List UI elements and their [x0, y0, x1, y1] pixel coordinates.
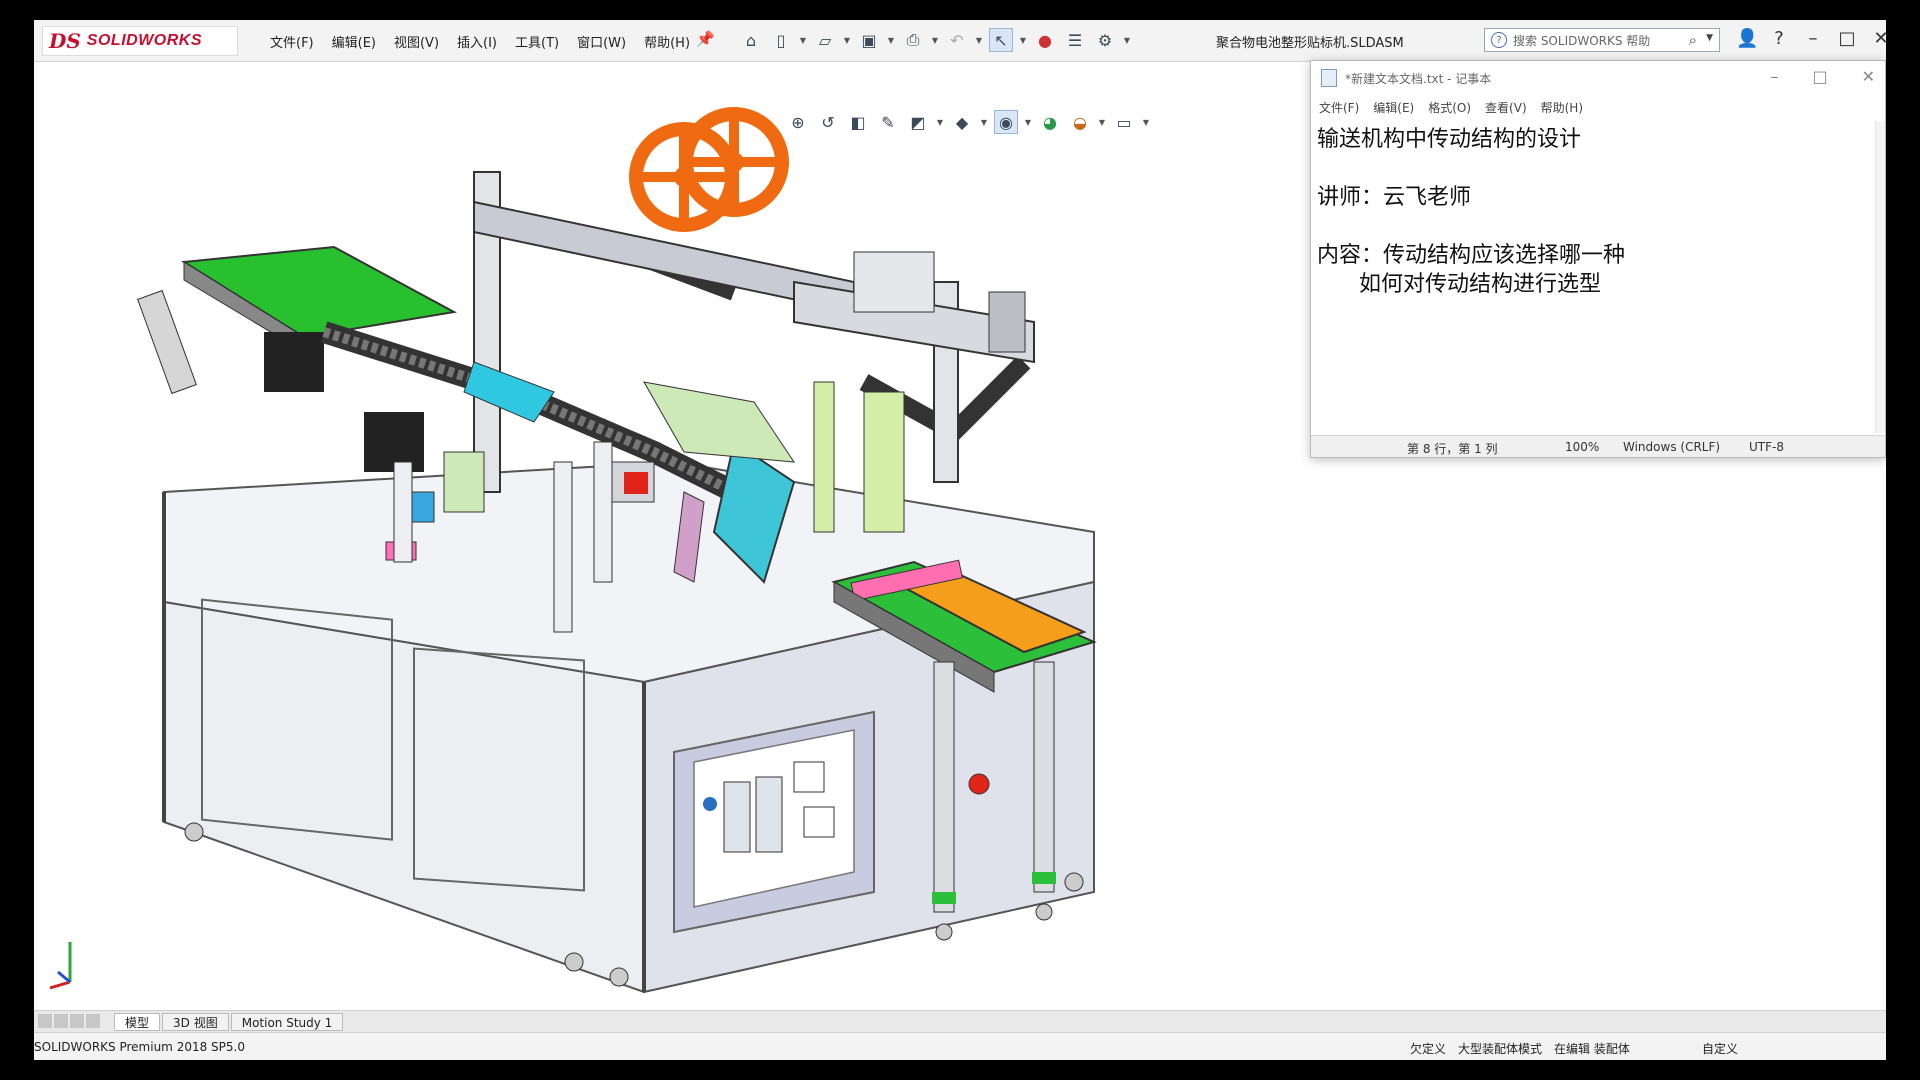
menu-view[interactable]: 视图(V) — [394, 32, 439, 51]
np-menu-view[interactable]: 查看(V) — [1485, 99, 1527, 116]
ds-logo-mark: DS — [49, 29, 81, 53]
document-title: 聚合物电池整形贴标机.SLDASM — [1216, 36, 1404, 51]
np-menu-format[interactable]: 格式(O) — [1428, 99, 1471, 116]
label-reels — [629, 107, 789, 232]
bottom-tabs: 模型 3D 视图 Motion Study 1 — [34, 1010, 1886, 1032]
select-icon[interactable]: ↖ — [989, 28, 1013, 52]
status-underdefined: 欠定义 — [1410, 1042, 1447, 1056]
window-controls: 👤 ? – □ ✕ — [1736, 28, 1886, 49]
chevron-down-icon[interactable]: ▼ — [931, 28, 939, 52]
undo-icon[interactable]: ↶ — [945, 28, 969, 52]
search-box[interactable]: ? 搜索 SOLIDWORKS 帮助 ⌕ ▼ — [1484, 28, 1720, 52]
menu-help[interactable]: 帮助(H) — [644, 32, 690, 51]
encoding: UTF-8 — [1749, 440, 1784, 454]
line-ending: Windows (CRLF) — [1623, 440, 1721, 454]
search-icon[interactable]: ⌕ — [1689, 31, 1697, 49]
save-icon[interactable]: ▣ — [857, 28, 881, 52]
help-icon[interactable]: ? — [1770, 28, 1788, 49]
np-menu-help[interactable]: 帮助(H) — [1541, 99, 1583, 116]
close-icon[interactable]: ✕ — [1872, 28, 1886, 49]
assembly-model[interactable] — [34, 62, 1310, 1010]
notepad-icon — [1321, 69, 1337, 87]
menu-tools[interactable]: 工具(T) — [515, 32, 559, 51]
standard-toolbar: ⌂ ▯ ▼ ▱ ▼ ▣ ▼ ⎙ ▼ ↶ ▼ ↖ ▼ ● ☰ ⚙ ▼ — [739, 28, 1131, 52]
chevron-down-icon[interactable]: ▼ — [843, 28, 851, 52]
notepad-title: *新建文本文档.txt - 记事本 — [1345, 71, 1492, 86]
status-units-custom[interactable]: 自定义 — [1702, 1040, 1738, 1057]
minimize-icon[interactable]: – — [1770, 67, 1778, 86]
notepad-scrollbar[interactable] — [1875, 121, 1885, 433]
notepad-window-controls: – □ ✕ — [1770, 67, 1875, 86]
menu-insert[interactable]: 插入(I) — [457, 32, 497, 51]
main-menu: 文件(F) 编辑(E) 视图(V) 插入(I) 工具(T) 窗口(W) 帮助(H… — [270, 32, 690, 51]
chevron-down-icon[interactable]: ▼ — [799, 28, 807, 52]
minimize-icon[interactable]: – — [1804, 28, 1822, 49]
user-icon[interactable]: 👤 — [1736, 28, 1758, 49]
search-placeholder: 搜索 SOLIDWORKS 帮助 — [1513, 33, 1651, 48]
status-editing-assembly: 在编辑 装配体 — [1554, 1042, 1630, 1056]
notepad-status-bar: 第 8 行，第 1 列 100% Windows (CRLF) UTF-8 — [1311, 435, 1885, 457]
tab-navigation[interactable] — [38, 1013, 108, 1030]
zoom-level: 100% — [1565, 440, 1600, 454]
tab-motion-study[interactable]: Motion Study 1 — [230, 1012, 344, 1031]
menu-edit[interactable]: 编辑(E) — [332, 32, 376, 51]
logo-name: SOLIDWORKS — [86, 32, 203, 49]
solidworks-logo[interactable]: DS SOLIDWORKS — [42, 26, 238, 56]
chevron-down-icon[interactable]: ▼ — [1123, 28, 1131, 52]
chevron-down-icon[interactable]: ▼ — [1706, 33, 1713, 43]
home-icon[interactable]: ⌂ — [739, 28, 763, 52]
tab-model[interactable]: 模型 — [114, 1012, 161, 1031]
maximize-icon[interactable]: □ — [1838, 28, 1856, 49]
menu-window[interactable]: 窗口(W) — [577, 32, 626, 51]
coordinate-triad — [49, 942, 72, 990]
solidworks-window: DS SOLIDWORKS 文件(F) 编辑(E) 视图(V) 插入(I) 工具… — [34, 20, 1886, 1060]
status-large-assembly-mode[interactable]: 大型装配体模式 — [1458, 1040, 1542, 1057]
status-bar: SOLIDWORKS Premium 2018 SP5.0 欠定义 大型装配体模… — [34, 1032, 1886, 1060]
new-file-icon[interactable]: ▯ — [769, 28, 793, 52]
notepad-window[interactable]: *新建文本文档.txt - 记事本 – □ ✕ 文件(F) 编辑(E) 格式(O… — [1310, 60, 1886, 458]
menu-file[interactable]: 文件(F) — [270, 32, 314, 51]
np-menu-edit[interactable]: 编辑(E) — [1373, 99, 1414, 116]
tab-3d-view[interactable]: 3D 视图 — [162, 1012, 229, 1031]
chevron-down-icon[interactable]: ▼ — [887, 28, 895, 52]
maximize-icon[interactable]: □ — [1812, 67, 1827, 86]
pin-icon[interactable]: 📌 — [696, 30, 715, 48]
chevron-down-icon[interactable]: ▼ — [975, 28, 983, 52]
file-properties-icon[interactable]: ☰ — [1063, 28, 1087, 52]
product-version: SOLIDWORKS Premium 2018 SP5.0 — [34, 1040, 245, 1054]
screen: DS SOLIDWORKS 文件(F) 编辑(E) 视图(V) 插入(I) 工具… — [0, 0, 1920, 1080]
np-menu-file[interactable]: 文件(F) — [1319, 99, 1359, 116]
chevron-down-icon[interactable]: ▼ — [1019, 28, 1027, 52]
close-icon[interactable]: ✕ — [1862, 67, 1875, 86]
notepad-text-area[interactable]: 输送机构中传动结构的设计 讲师：云飞老师 内容：传动结构应该选择哪一种 如何对传… — [1311, 121, 1879, 433]
traffic-light-icon[interactable]: ● — [1033, 28, 1057, 52]
title-menu-bar: DS SOLIDWORKS 文件(F) 编辑(E) 视图(V) 插入(I) 工具… — [34, 20, 1886, 62]
notepad-menu: 文件(F) 编辑(E) 格式(O) 查看(V) 帮助(H) — [1311, 95, 1885, 119]
options-icon[interactable]: ⚙ — [1093, 28, 1117, 52]
open-file-icon[interactable]: ▱ — [813, 28, 837, 52]
print-icon[interactable]: ⎙ — [901, 28, 925, 52]
cursor-position: 第 8 行，第 1 列 — [1407, 442, 1498, 456]
help-search-icon: ? — [1491, 32, 1507, 48]
